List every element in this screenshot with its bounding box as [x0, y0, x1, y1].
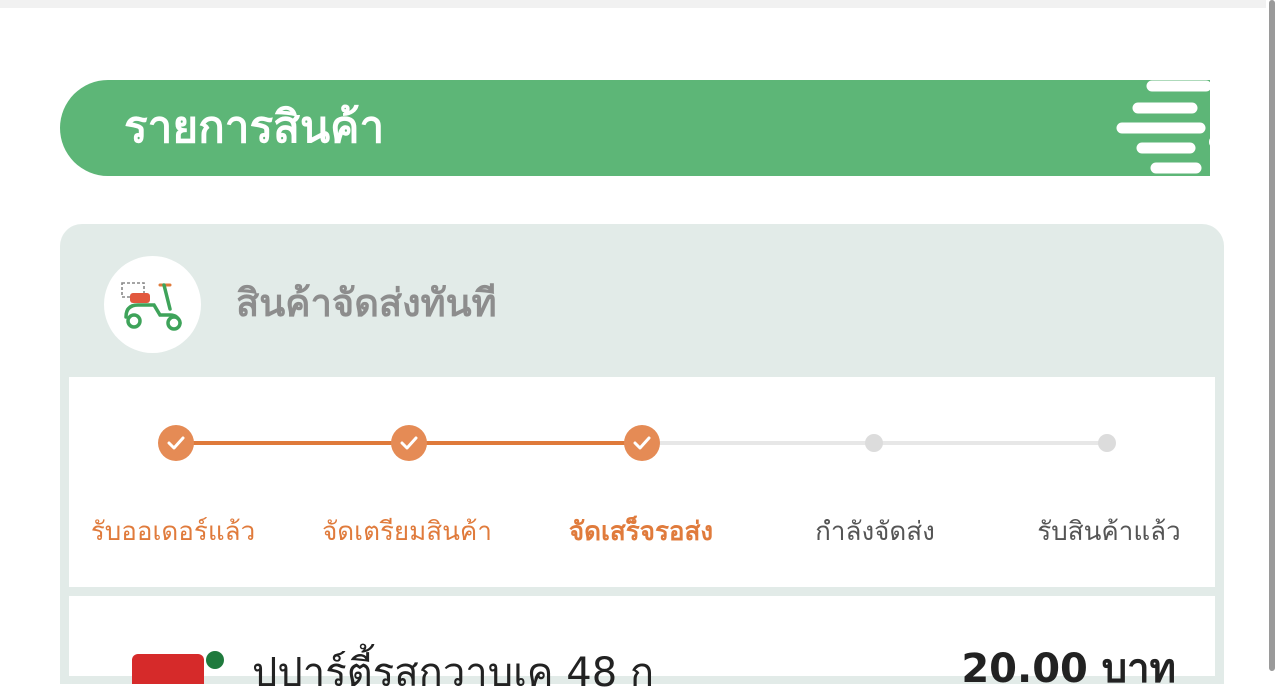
delivery-card-title: สินค้าจัดส่งทันที — [236, 281, 497, 325]
check-icon — [633, 436, 651, 450]
scooter-avatar — [104, 256, 201, 353]
halal-badge-icon — [206, 651, 224, 669]
speed-lines-icon — [1116, 80, 1223, 174]
scooter-icon — [120, 281, 182, 331]
step-4-label: กำลังจัดส่ง — [815, 517, 935, 547]
step-5-dot — [1098, 434, 1116, 452]
product-image — [132, 654, 204, 684]
step-3-label: จัดเสร็จรอส่ง — [568, 517, 714, 547]
step-4-dot — [865, 434, 883, 452]
step-1-check — [158, 425, 194, 461]
step-3-check — [624, 425, 660, 461]
scrollbar-thumb[interactable] — [1269, 0, 1275, 671]
check-icon — [167, 436, 185, 450]
step-1-label: รับออเดอร์แล้ว — [90, 517, 256, 547]
step-2-check — [391, 425, 427, 461]
check-icon — [400, 436, 418, 450]
top-bar — [0, 0, 1266, 8]
order-status-panel — [69, 377, 1215, 587]
section-title: รายการสินค้า — [124, 102, 385, 153]
step-2-label: จัดเตรียมสินค้า — [322, 517, 492, 547]
step-5-label: รับสินค้าแล้ว — [1037, 517, 1181, 547]
product-price: 20.00 บาท — [961, 646, 1176, 692]
product-name: ปปาร์ตี้รสกวาบเค 48 ก — [252, 650, 655, 696]
